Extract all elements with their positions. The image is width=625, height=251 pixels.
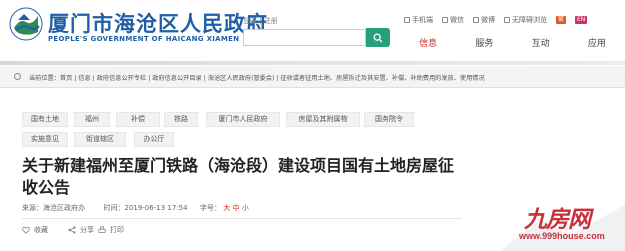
search-input[interactable] <box>243 29 366 46</box>
print-button[interactable]: 打印 <box>98 225 124 235</box>
wechat-link[interactable]: 微信 <box>442 15 464 25</box>
search-button[interactable] <box>366 28 390 47</box>
print-icon <box>98 226 106 233</box>
site-title[interactable]: 厦门市海沧区人民政府 <box>48 8 268 38</box>
font-size-small-button[interactable]: 小 <box>242 204 249 212</box>
tag-item[interactable]: 铁路 <box>164 112 198 127</box>
header-divider <box>0 61 625 65</box>
accessibility-link[interactable]: 无障碍浏览 <box>504 15 547 25</box>
accessibility-icon <box>504 17 510 23</box>
weibo-icon <box>473 17 479 23</box>
nav-item-apps[interactable]: 应用 <box>569 36 625 52</box>
tag-item[interactable]: 国有土地 <box>22 112 68 127</box>
watermark-url: www.999house.com <box>519 231 605 241</box>
weibo-link[interactable]: 微博 <box>473 15 495 25</box>
top-utility-links: 手机端 微信 微博 无障碍浏览 繁 EN <box>404 15 588 25</box>
tag-item[interactable]: 厦门市人民政府 <box>206 112 280 127</box>
favorite-button[interactable]: 收藏 <box>22 225 48 235</box>
article-meta: 来源：海沧区政府办 时间：2019-06-13 17:54 字号： 大 中 小 <box>22 204 249 212</box>
meta-divider <box>22 218 462 219</box>
nav-item-info[interactable]: 信息 <box>400 36 456 52</box>
traditional-chinese-button[interactable]: 繁 <box>556 16 567 24</box>
breadcrumb: 当前位置：首页 | 信息 | 政府信息公开专栏 | 政府信息公开目录 | 海沧区… <box>0 66 625 88</box>
mobile-icon <box>404 17 410 23</box>
tag-item[interactable]: 街道辖区 <box>74 132 126 147</box>
heart-icon <box>22 226 30 234</box>
government-emblem-icon[interactable] <box>8 6 44 42</box>
main-nav: 信息 服务 互动 应用 <box>400 36 625 52</box>
site-header: 厦门市海沧区人民政府 PEOPLE'S GOVERNMENT OF HAICAN… <box>0 0 625 65</box>
tag-item[interactable]: 补偿 <box>116 112 160 127</box>
tag-item[interactable]: 福州 <box>74 112 110 127</box>
wechat-icon <box>442 17 448 23</box>
english-button[interactable]: EN <box>575 16 588 24</box>
tag-item[interactable]: 实施意见 <box>22 132 68 147</box>
search-icon <box>373 33 383 42</box>
nav-item-interaction[interactable]: 互动 <box>513 36 569 52</box>
article-date: 2019-06-13 17:54 <box>124 204 188 212</box>
nav-item-service[interactable]: 服务 <box>456 36 512 52</box>
share-icon <box>68 226 76 234</box>
site-subtitle: PEOPLE'S GOVERNMENT OF HAICANG XIAMEN <box>48 35 240 43</box>
article-title: 关于新建福州至厦门铁路（海沧段）建设项目国有土地房屋征收公告 <box>22 156 455 197</box>
mobile-link[interactable]: 手机端 <box>404 15 433 25</box>
font-size-large-button[interactable]: 大 <box>223 204 230 212</box>
watermark-logo: 九房网 <box>524 206 591 233</box>
tag-item[interactable]: 国务院令 <box>364 112 414 127</box>
watermark: 九房网 www.999house.com <box>500 200 625 251</box>
tag-item[interactable]: 房屋及其附属物 <box>286 112 360 127</box>
breadcrumb-text[interactable]: 当前位置：首页 | 信息 | 政府信息公开专栏 | 政府信息公开目录 | 海沧区… <box>29 73 485 82</box>
login-register-links[interactable]: 登录 | 注册 <box>243 16 278 26</box>
font-size-medium-button[interactable]: 中 <box>233 204 240 212</box>
share-button[interactable]: 分享 <box>68 225 94 235</box>
article-source: 海沧区政府办 <box>43 204 85 212</box>
location-icon <box>14 73 21 80</box>
tag-item[interactable]: 办公厅 <box>134 132 174 147</box>
